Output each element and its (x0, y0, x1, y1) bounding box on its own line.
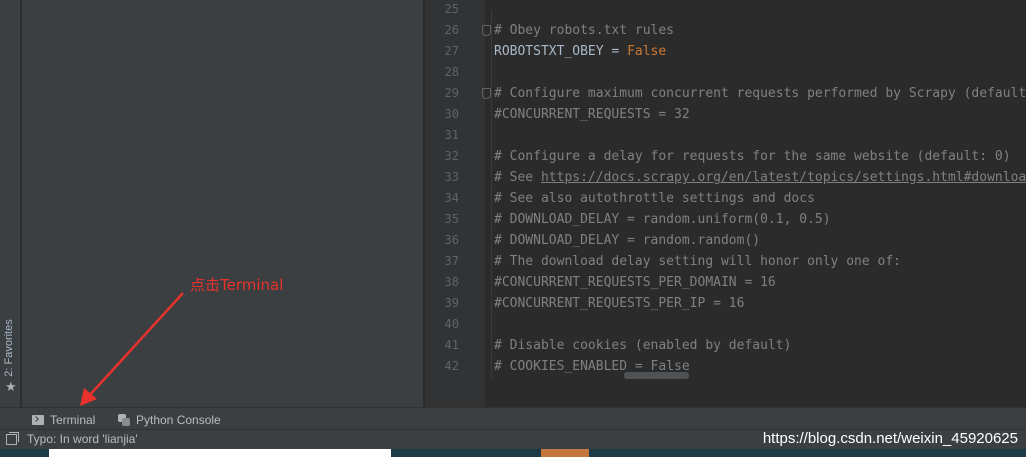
line-number: 32 (444, 149, 459, 163)
taskbar-strip (0, 449, 1026, 457)
taskbar-app-button[interactable] (541, 449, 589, 457)
code-line[interactable]: 30 #CONCURRENT_REQUESTS = 32 (425, 104, 1026, 125)
code-line[interactable]: 35 # DOWNLOAD_DELAY = random.uniform(0.1,… (425, 209, 1026, 230)
line-number: 27 (444, 44, 459, 58)
line-number: 36 (444, 233, 459, 247)
line-number: 28 (444, 65, 459, 79)
code-text: #CONCURRENT_REQUESTS_PER_DOMAIN = 16 (494, 275, 776, 290)
code-text: # DOWNLOAD_DELAY = random.uniform(0.1, 0… (494, 212, 831, 227)
line-number: 42 (444, 359, 459, 373)
code-text: ROBOTSTXT_OBEY = False (494, 44, 667, 59)
code-line[interactable]: 34 # See also autothrottle settings and d… (425, 188, 1026, 209)
code-line[interactable]: 41 # Disable cookies (enabled by default) (425, 335, 1026, 356)
line-number: 34 (444, 191, 459, 205)
left-tool-strip: 2: Favorites ★ (0, 0, 21, 407)
line-number: 25 (444, 2, 459, 16)
taskbar-search-box[interactable] (49, 449, 391, 457)
line-number: 31 (444, 128, 459, 142)
code-text: # Obey robots.txt rules (494, 23, 675, 38)
code-text: # See https://docs.scrapy.org/en/latest/… (494, 167, 1026, 188)
status-bar: Typo: In word 'lianjia' https://blog.csd… (0, 429, 1026, 449)
code-text: # Configure maximum concurrent requests … (494, 86, 1026, 101)
code-line[interactable]: 26 # Obey robots.txt rules (425, 20, 1026, 41)
line-number: 29 (444, 86, 459, 100)
code-editor[interactable]: 25 26 # Obey robots.txt rules 27 ROBOTSTXT_O… (425, 0, 1026, 407)
line-number: 30 (444, 107, 459, 121)
code-line[interactable]: 32 # Configure a delay for requests for t… (425, 146, 1026, 167)
line-number: 35 (444, 212, 459, 226)
fold-marker-icon[interactable] (482, 88, 491, 99)
code-text: #CONCURRENT_REQUESTS_PER_IP = 16 (494, 296, 745, 311)
line-number: 39 (444, 296, 459, 310)
code-text: # See also autothrottle settings and doc… (494, 191, 815, 206)
code-text: # Configure a delay for requests for the… (494, 149, 1011, 164)
tool-window-bar: Terminal Python Console (0, 407, 1026, 429)
line-number: 38 (444, 275, 459, 289)
watermark: https://blog.csdn.net/weixin_45920625 (762, 430, 1018, 447)
terminal-tab-label: Terminal (50, 413, 96, 427)
line-number: 37 (444, 254, 459, 268)
keyword-value: False (627, 44, 667, 59)
project-tool-window (22, 0, 424, 407)
code-line[interactable]: 39 #CONCURRENT_REQUESTS_PER_IP = 16 (425, 293, 1026, 314)
horizontal-scrollbar[interactable] (624, 372, 689, 379)
line-number: 26 (444, 23, 459, 37)
python-console-tab[interactable]: Python Console (114, 411, 225, 429)
code-text: #CONCURRENT_REQUESTS = 32 (494, 107, 690, 122)
code-line[interactable]: 31 (425, 125, 1026, 146)
annotation-label: 点击Terminal (190, 276, 284, 294)
code-line[interactable]: 28 (425, 62, 1026, 83)
code-line[interactable]: 33 # See https://docs.scrapy.org/en/lates… (425, 167, 1026, 188)
favorites-label: 2: Favorites (3, 319, 15, 377)
line-number: 33 (444, 170, 459, 184)
code-line[interactable]: 42 # COOKIES_ENABLED = False (425, 356, 1026, 377)
status-message: Typo: In word 'lianjia' (27, 432, 138, 446)
code-line[interactable]: 29 # Configure maximum concurrent request… (425, 83, 1026, 104)
docs-link[interactable]: https://docs.scrapy.org/en/latest/topics… (541, 170, 1026, 185)
terminal-icon (32, 415, 44, 425)
code-line[interactable]: 36 # DOWNLOAD_DELAY = random.random() (425, 230, 1026, 251)
code-line[interactable]: 37 # The download delay setting will hono… (425, 251, 1026, 272)
code-line[interactable]: 38 #CONCURRENT_REQUESTS_PER_DOMAIN = 16 (425, 272, 1026, 293)
code-line[interactable]: 27 ROBOTSTXT_OBEY = False (425, 41, 1026, 62)
code-line[interactable]: 40 (425, 314, 1026, 335)
toggle-tool-windows-icon[interactable] (6, 432, 19, 445)
line-number: 40 (444, 317, 459, 331)
terminal-tab[interactable]: Terminal (28, 411, 99, 429)
favorites-tab[interactable]: 2: Favorites ★ (0, 300, 21, 400)
line-number: 41 (444, 338, 459, 352)
star-icon: ★ (5, 380, 17, 395)
python-console-tab-label: Python Console (136, 413, 221, 427)
python-icon (118, 414, 130, 426)
code-line[interactable]: 25 (425, 0, 1026, 20)
code-text: # Disable cookies (enabled by default) (494, 338, 792, 353)
code-text: # The download delay setting will honor … (494, 254, 901, 269)
fold-marker-icon[interactable] (482, 25, 491, 36)
code-text: # DOWNLOAD_DELAY = random.random() (494, 233, 761, 248)
